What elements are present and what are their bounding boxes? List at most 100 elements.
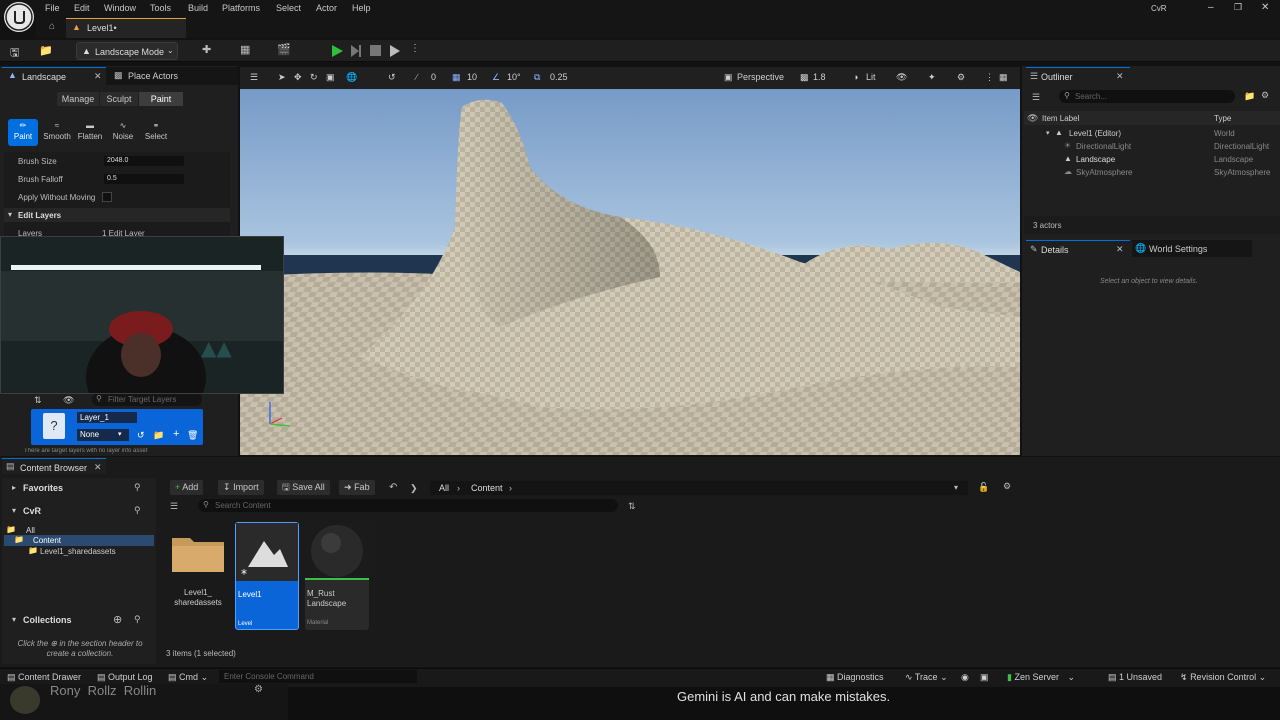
- menu-file[interactable]: File: [45, 3, 60, 13]
- surface-snap-icon[interactable]: ↺: [388, 72, 396, 83]
- project-header[interactable]: CvR: [23, 506, 41, 516]
- close-icon[interactable]: ✕: [1116, 71, 1124, 82]
- delete-icon[interactable]: 🗑: [187, 430, 198, 441]
- angle-icon[interactable]: ∕: [416, 72, 418, 82]
- perspective-dropdown[interactable]: Perspective: [737, 72, 784, 82]
- tool-paint[interactable]: ✏ Paint: [8, 119, 38, 146]
- search-icon[interactable]: ⚲: [134, 505, 141, 516]
- path-content[interactable]: Content: [471, 483, 503, 493]
- tool-smooth[interactable]: ≈ Smooth: [42, 119, 72, 146]
- sort-icon[interactable]: ⇅: [34, 395, 42, 406]
- trace-dropdown[interactable]: ∿ Trace ⌄: [905, 672, 948, 683]
- more-options-icon[interactable]: ⋮: [985, 72, 994, 83]
- favorites-header[interactable]: Favorites: [23, 483, 63, 493]
- tool-select[interactable]: ⚭ Select: [141, 119, 171, 146]
- collections-header[interactable]: Collections: [23, 615, 72, 625]
- use-selected-icon[interactable]: ↺: [137, 430, 145, 441]
- output-log-button[interactable]: ▤ Output Log: [97, 672, 153, 683]
- apply-without-moving-checkbox[interactable]: [102, 192, 112, 202]
- home-icon[interactable]: ⌂: [49, 21, 55, 32]
- mode-paint[interactable]: Paint: [139, 92, 183, 106]
- eye-icon[interactable]: 👁: [63, 395, 74, 406]
- settings-icon[interactable]: ⚙: [957, 72, 965, 83]
- step-icon[interactable]: [350, 44, 362, 58]
- tab-content-browser[interactable]: ▤ Content Browser ✕: [2, 458, 106, 474]
- mode-sculpt[interactable]: Sculpt: [100, 92, 138, 106]
- zen-server-dropdown[interactable]: ▮ Zen Server ⌄: [1007, 672, 1075, 683]
- target-layer-row[interactable]: ? Layer_1 None ▾ ↺ 📁 + 🗑: [31, 409, 203, 445]
- asset-folder-shared[interactable]: Level1_ sharedassets: [166, 522, 230, 630]
- import-button[interactable]: ↧ Import: [218, 480, 264, 495]
- unsaved-button[interactable]: ▤ 1 Unsaved: [1108, 672, 1162, 683]
- screenshot-icon[interactable]: ▣: [980, 672, 989, 683]
- content-search-input[interactable]: ⚲ Search Content: [198, 499, 618, 512]
- add-actor-icon[interactable]: ✚: [202, 43, 211, 56]
- menu-edit[interactable]: Edit: [74, 3, 90, 13]
- close-icon[interactable]: ✕: [1116, 244, 1124, 255]
- mode-manage[interactable]: Manage: [57, 92, 99, 106]
- outliner-row-sky-atmosphere[interactable]: ☁ SkyAtmosphere SkyAtmosphere: [1024, 167, 1280, 179]
- show-flags-icon[interactable]: 👁: [896, 72, 907, 83]
- tab-world-settings[interactable]: 🌐 World Settings: [1132, 240, 1252, 257]
- outliner-search-input[interactable]: ⚲ Search...: [1059, 90, 1235, 103]
- menu-window[interactable]: Window: [104, 3, 136, 13]
- mode-dropdown[interactable]: ▲ Landscape Mode ⌄: [76, 42, 178, 60]
- level-tab[interactable]: ▲ Level1•: [66, 18, 186, 38]
- asset-m-rust-landscape[interactable]: M_Rust Landscape Material: [305, 522, 369, 630]
- lock-icon[interactable]: 🔓: [978, 482, 989, 493]
- cinematics-icon[interactable]: 🎬: [277, 43, 291, 56]
- blueprint-icon[interactable]: ▦: [240, 43, 250, 56]
- tab-outliner[interactable]: ☰ Outliner ✕: [1026, 67, 1130, 84]
- tree-item-content[interactable]: 📁 Content: [4, 535, 154, 546]
- tool-flatten[interactable]: ▬ Flatten: [75, 119, 105, 146]
- filter-icon[interactable]: ☰: [1032, 92, 1040, 103]
- col-item-label[interactable]: Item Label: [1042, 114, 1079, 123]
- outliner-row-landscape[interactable]: ▲ Landscape Landscape: [1024, 154, 1280, 166]
- rotation-snap-icon[interactable]: ∠: [492, 72, 500, 83]
- layout-icon[interactable]: ▦: [999, 72, 1008, 83]
- scale-snap-value[interactable]: 0.25: [550, 72, 568, 82]
- translate-icon[interactable]: ✥: [294, 72, 302, 83]
- play-icon[interactable]: [330, 44, 344, 58]
- filter-target-layers-input[interactable]: ⚲ Filter Target Layers: [92, 393, 202, 406]
- scale-snap-icon[interactable]: ⧉: [534, 72, 540, 83]
- grid-snap-icon[interactable]: ▦: [452, 72, 461, 83]
- stop-icon[interactable]: [370, 45, 381, 56]
- minimize-icon[interactable]: –: [1208, 2, 1214, 13]
- tab-details[interactable]: ✎ Details ✕: [1026, 240, 1130, 257]
- diagnostics-button[interactable]: ▦ Diagnostics: [826, 672, 884, 683]
- history-forward-icon[interactable]: ❯: [410, 483, 418, 494]
- add-collection-icon[interactable]: ⊕: [113, 613, 122, 626]
- chevron-down-icon[interactable]: ▾: [954, 483, 958, 492]
- browse-asset-icon[interactable]: 📁: [153, 430, 164, 441]
- transform-menu-icon[interactable]: ☰: [250, 72, 258, 83]
- menu-build[interactable]: Build: [188, 3, 208, 13]
- menu-actor[interactable]: Actor: [316, 3, 337, 13]
- revision-control-dropdown[interactable]: ↯ Revision Control ⌄: [1180, 672, 1266, 683]
- close-icon[interactable]: ✕: [94, 462, 102, 473]
- outliner-row-level[interactable]: ▾ ▲ Level1 (Editor) World: [1024, 128, 1280, 140]
- col-type[interactable]: Type: [1214, 114, 1231, 123]
- save-icon[interactable]: 🖫: [10, 44, 19, 63]
- layer-name-field[interactable]: Layer_1: [77, 412, 137, 423]
- angle-value[interactable]: 0: [431, 72, 436, 82]
- fab-button[interactable]: ➜ Fab: [339, 480, 375, 495]
- brush-falloff-field[interactable]: 0.5: [104, 174, 184, 184]
- menu-select[interactable]: Select: [276, 3, 301, 13]
- close-window-icon[interactable]: ✕: [1261, 2, 1269, 13]
- more-options-icon[interactable]: ⋮: [410, 43, 420, 54]
- edit-layers-header[interactable]: ▾ Edit Layers: [4, 208, 230, 222]
- close-icon[interactable]: ✕: [94, 71, 102, 82]
- filter-icon[interactable]: ☰: [170, 501, 178, 512]
- save-all-button[interactable]: 🖫 Save All: [277, 480, 330, 495]
- record-icon[interactable]: ◉: [961, 672, 969, 683]
- tree-item-shared-assets[interactable]: 📁 Level1_sharedassets: [4, 546, 154, 557]
- console-input[interactable]: Enter Console Command: [219, 670, 417, 683]
- tool-noise[interactable]: ∿ Noise: [108, 119, 138, 146]
- add-button[interactable]: + Add: [170, 480, 204, 495]
- world-space-icon[interactable]: 🌐: [346, 72, 357, 83]
- brush-size-field[interactable]: 2048.0: [104, 156, 184, 166]
- scale-icon[interactable]: ▣: [326, 72, 335, 83]
- path-all[interactable]: All: [439, 483, 449, 493]
- tab-place-actors[interactable]: ▩ Place Actors: [106, 67, 238, 85]
